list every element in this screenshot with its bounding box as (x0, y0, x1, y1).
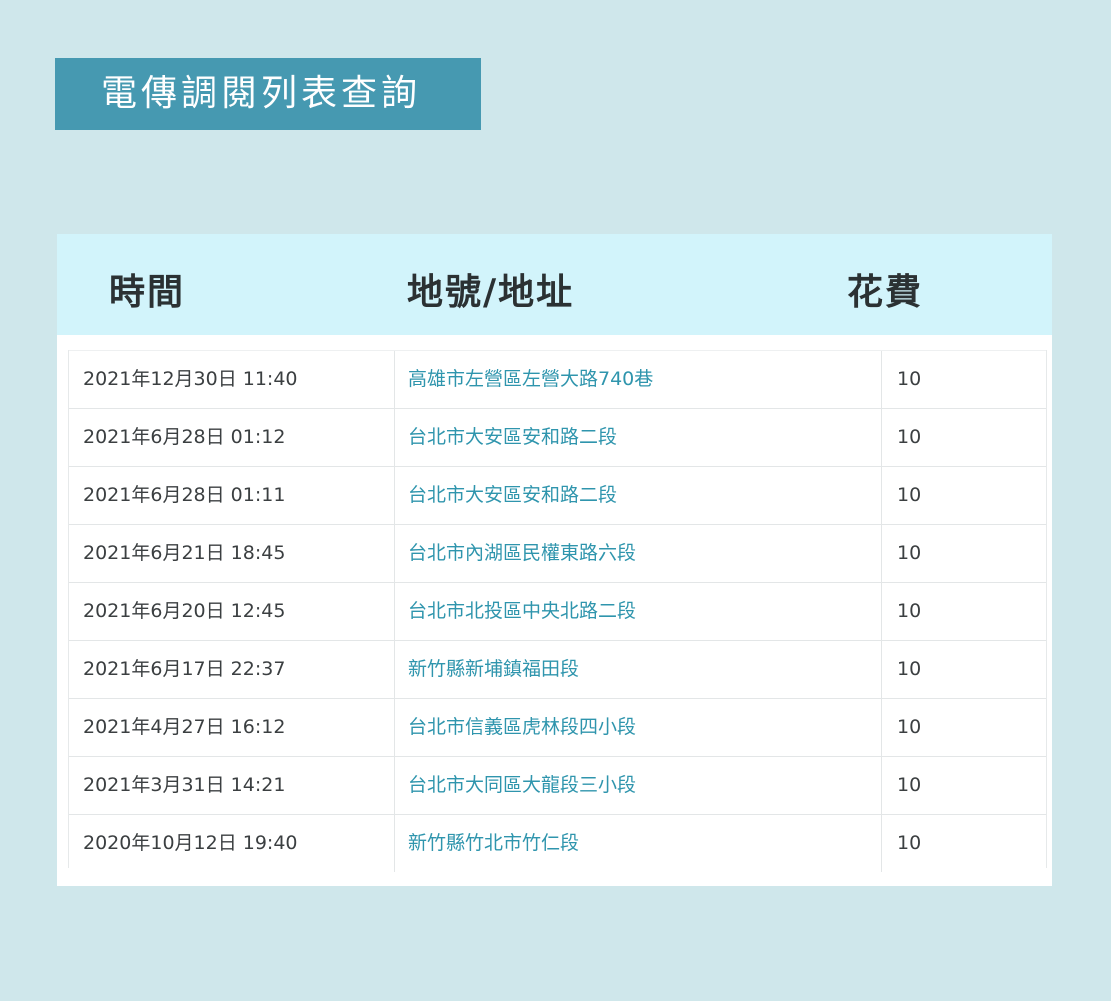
header-address: 地號/地址 (407, 272, 575, 313)
table-body: 2021年12月30日 11:40 高雄市左營區左營大路740巷 10 2021… (68, 350, 1047, 872)
row-address-cell: 台北市大同區大龍段三小段 (395, 757, 882, 814)
header-time: 時間 (109, 272, 186, 313)
table-row: 2021年3月31日 14:21 台北市大同區大龍段三小段 10 (69, 756, 1046, 814)
row-cost: 10 (897, 832, 922, 854)
page-title: 電傳調閱列表查詢 (55, 58, 481, 130)
row-address-cell: 台北市內湖區民權東路六段 (395, 525, 882, 582)
row-cost: 10 (897, 542, 922, 564)
row-cost: 10 (897, 774, 922, 796)
row-time: 2021年6月28日 01:12 (69, 409, 395, 466)
table-row: 2021年6月21日 18:45 台北市內湖區民權東路六段 10 (69, 524, 1046, 582)
row-address-cell: 台北市信義區虎林段四小段 (395, 699, 882, 756)
row-time: 2020年10月12日 19:40 (69, 815, 395, 872)
row-address-cell: 台北市北投區中央北路二段 (395, 583, 882, 640)
row-address-link[interactable]: 台北市大同區大龍段三小段 (408, 757, 636, 814)
row-time: 2021年6月17日 22:37 (69, 641, 395, 698)
row-address-cell: 台北市大安區安和路二段 (395, 467, 882, 524)
table-row: 2021年12月30日 11:40 高雄市左營區左營大路740巷 10 (69, 350, 1046, 408)
row-cost: 10 (897, 368, 922, 390)
row-cost: 10 (897, 426, 922, 448)
table-row: 2021年6月20日 12:45 台北市北投區中央北路二段 10 (69, 582, 1046, 640)
row-address-link[interactable]: 台北市信義區虎林段四小段 (408, 699, 636, 756)
row-address-link[interactable]: 台北市內湖區民權東路六段 (408, 525, 636, 582)
row-address-link[interactable]: 台北市大安區安和路二段 (408, 467, 617, 524)
row-cost: 10 (897, 600, 922, 622)
row-time: 2021年6月20日 12:45 (69, 583, 395, 640)
row-address-link[interactable]: 新竹縣竹北市竹仁段 (408, 815, 579, 872)
row-address-cell: 高雄市左營區左營大路740巷 (395, 351, 882, 408)
records-table-card: 時間 地號/地址 花費 2021年12月30日 11:40 高雄市左營區左營大路… (57, 234, 1052, 886)
table-row: 2021年6月17日 22:37 新竹縣新埔鎮福田段 10 (69, 640, 1046, 698)
header-cost: 花費 (847, 272, 924, 313)
row-cost: 10 (897, 484, 922, 506)
row-cost: 10 (897, 658, 922, 680)
row-address-link[interactable]: 新竹縣新埔鎮福田段 (408, 641, 579, 698)
row-address-link[interactable]: 台北市北投區中央北路二段 (408, 583, 636, 640)
table-row: 2020年10月12日 19:40 新竹縣竹北市竹仁段 10 (69, 814, 1046, 872)
row-time: 2021年4月27日 16:12 (69, 699, 395, 756)
row-time: 2021年6月21日 18:45 (69, 525, 395, 582)
row-address-cell: 新竹縣新埔鎮福田段 (395, 641, 882, 698)
row-cost: 10 (897, 716, 922, 738)
table-header: 時間 地號/地址 花費 (57, 234, 1052, 335)
table-row: 2021年6月28日 01:11 台北市大安區安和路二段 10 (69, 466, 1046, 524)
row-time: 2021年12月30日 11:40 (69, 351, 395, 408)
row-address-cell: 台北市大安區安和路二段 (395, 409, 882, 466)
table-row: 2021年6月28日 01:12 台北市大安區安和路二段 10 (69, 408, 1046, 466)
row-address-cell: 新竹縣竹北市竹仁段 (395, 815, 882, 872)
row-time: 2021年3月31日 14:21 (69, 757, 395, 814)
row-address-link[interactable]: 台北市大安區安和路二段 (408, 409, 617, 466)
table-row: 2021年4月27日 16:12 台北市信義區虎林段四小段 10 (69, 698, 1046, 756)
row-address-link[interactable]: 高雄市左營區左營大路740巷 (408, 351, 653, 408)
row-time: 2021年6月28日 01:11 (69, 467, 395, 524)
